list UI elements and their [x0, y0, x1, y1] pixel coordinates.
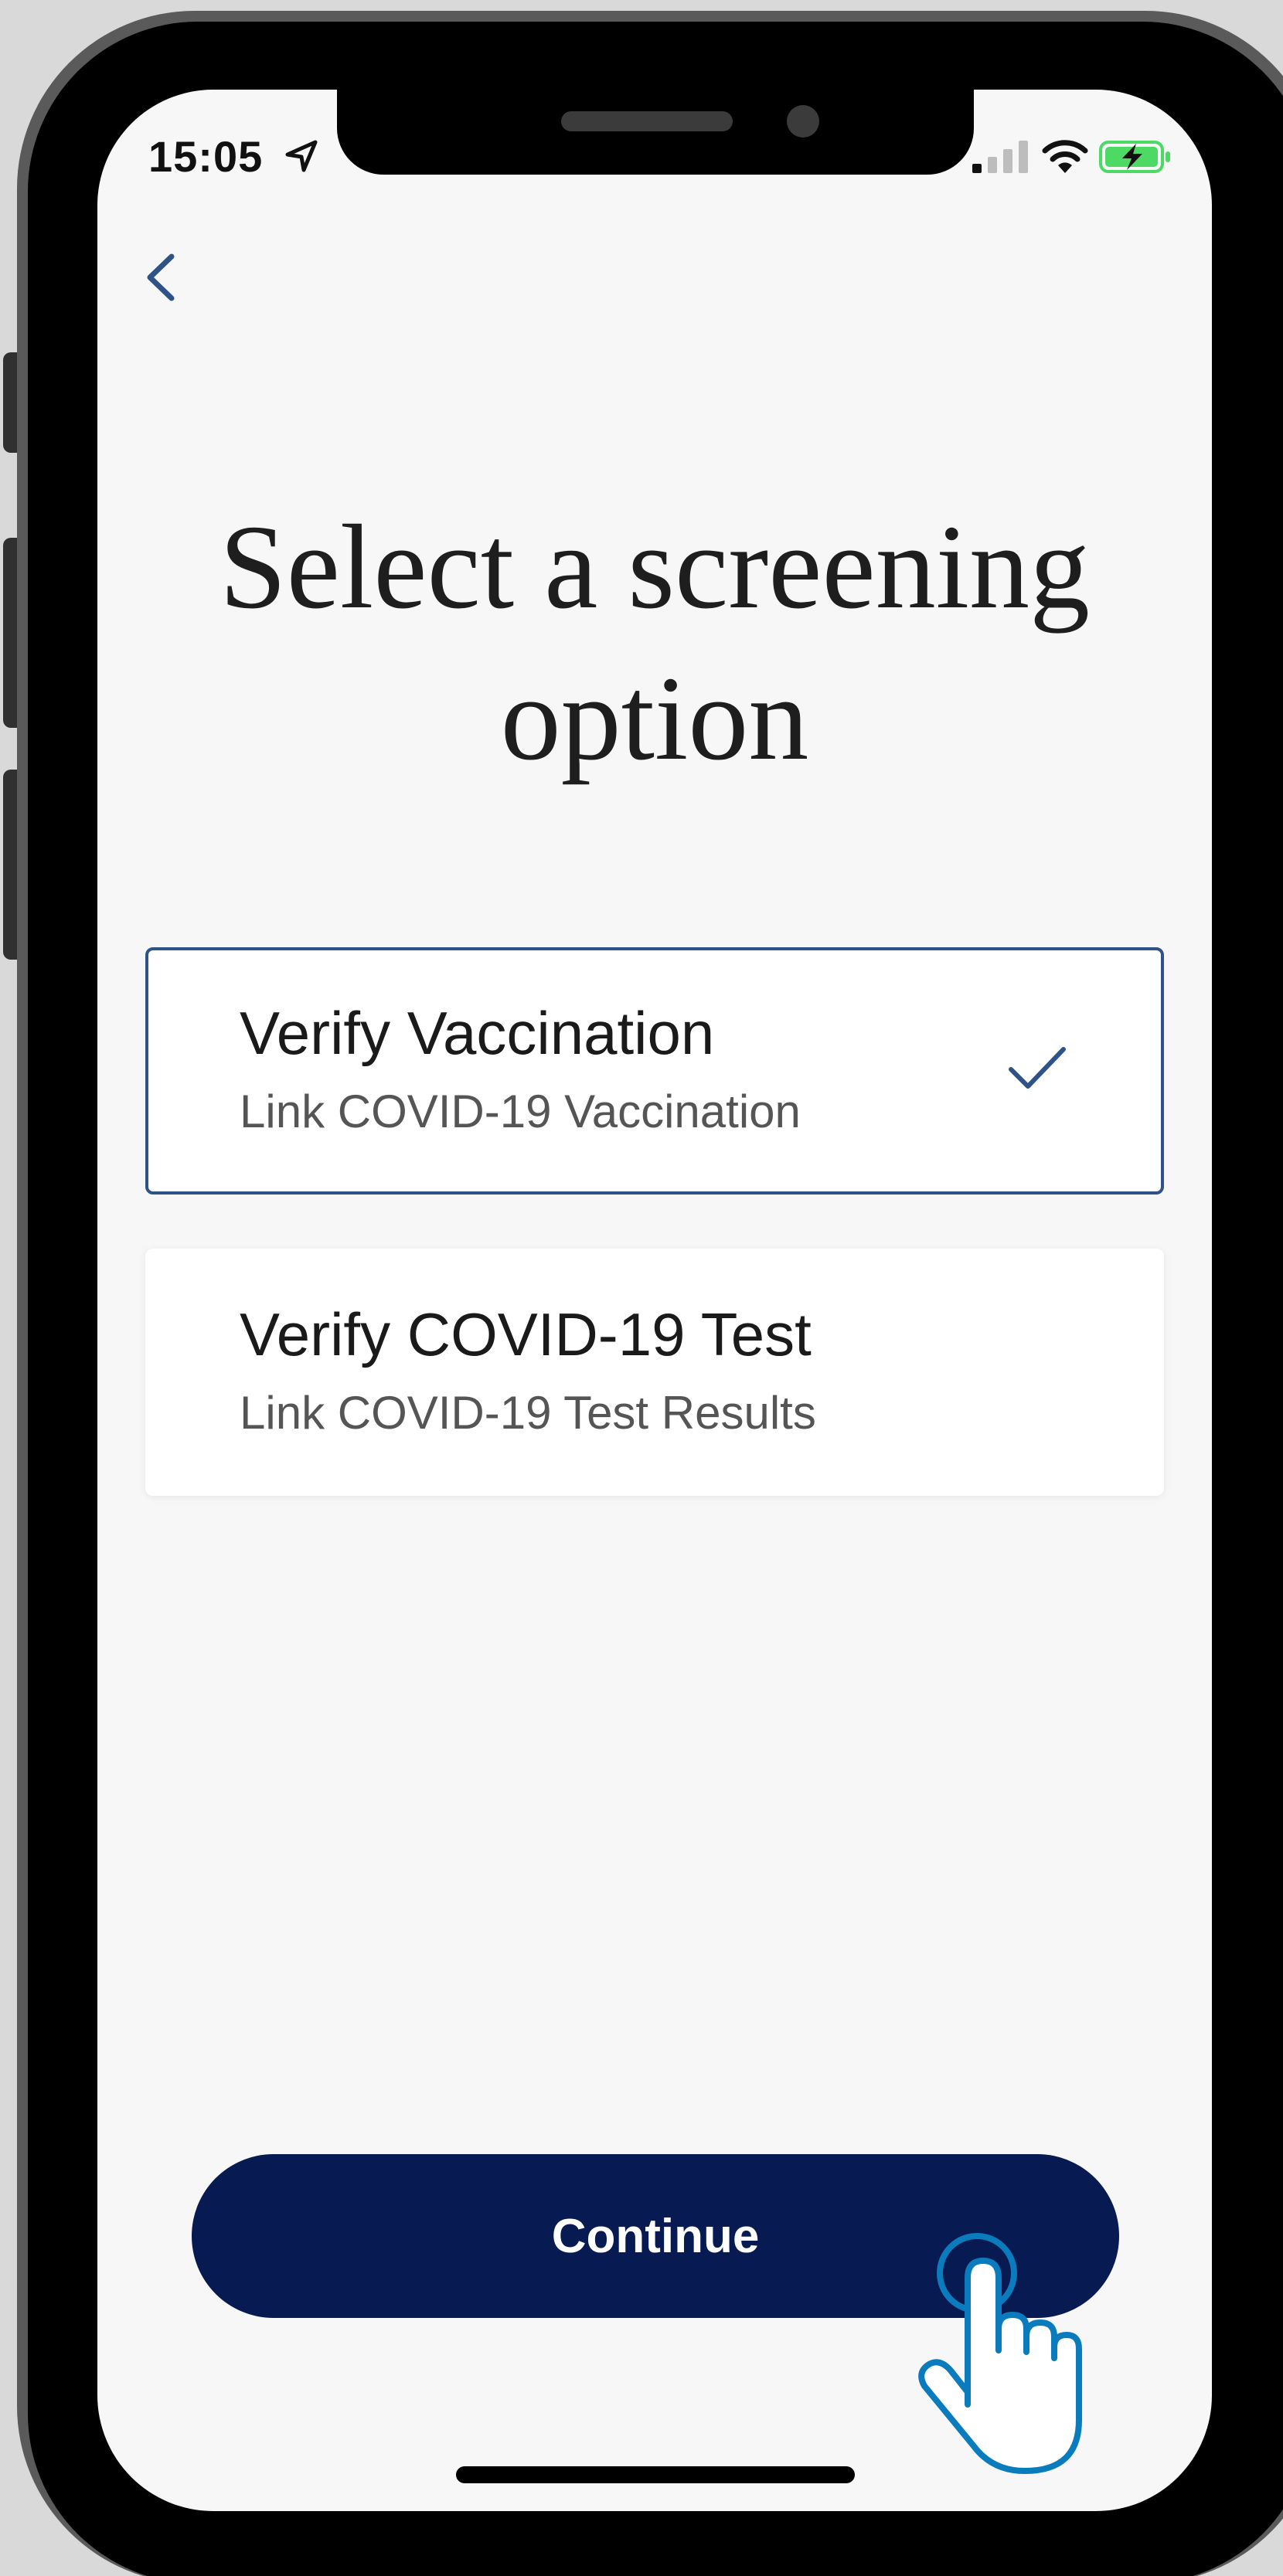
checkmark-icon: [1009, 1047, 1066, 1089]
front-camera: [787, 105, 819, 138]
device-frame: 15:05 Select a screening option Verify V…: [0, 0, 1283, 2576]
page-title: Select a screening option: [219, 500, 1091, 785]
cellular-signal-icon: [972, 141, 1028, 173]
home-indicator: [456, 2466, 855, 2483]
status-time: 15:05: [148, 132, 264, 181]
option-verify-vaccination[interactable]: Verify Vaccination Link COVID-19 Vaccina…: [145, 947, 1164, 1195]
option-subtitle: Link COVID-19 Vaccination: [240, 1086, 801, 1137]
hand-pointer-icon: [918, 2233, 1082, 2474]
notch: [337, 90, 974, 175]
app-screen: 15:05 Select a screening option Verify V…: [97, 90, 1212, 2511]
option-subtitle: Link COVID-19 Test Results: [240, 1387, 816, 1439]
option-verify-covid-test[interactable]: Verify COVID-19 Test Link COVID-19 Test …: [145, 1249, 1164, 1496]
speaker: [561, 111, 733, 131]
battery-charging-icon: [1099, 141, 1170, 173]
wifi-icon: [1042, 140, 1088, 173]
location-arrow-icon: [285, 140, 318, 172]
option-title: Verify COVID-19 Test: [240, 1300, 812, 1368]
option-title: Verify Vaccination: [240, 999, 715, 1067]
back-chevron-icon[interactable]: [136, 249, 182, 306]
